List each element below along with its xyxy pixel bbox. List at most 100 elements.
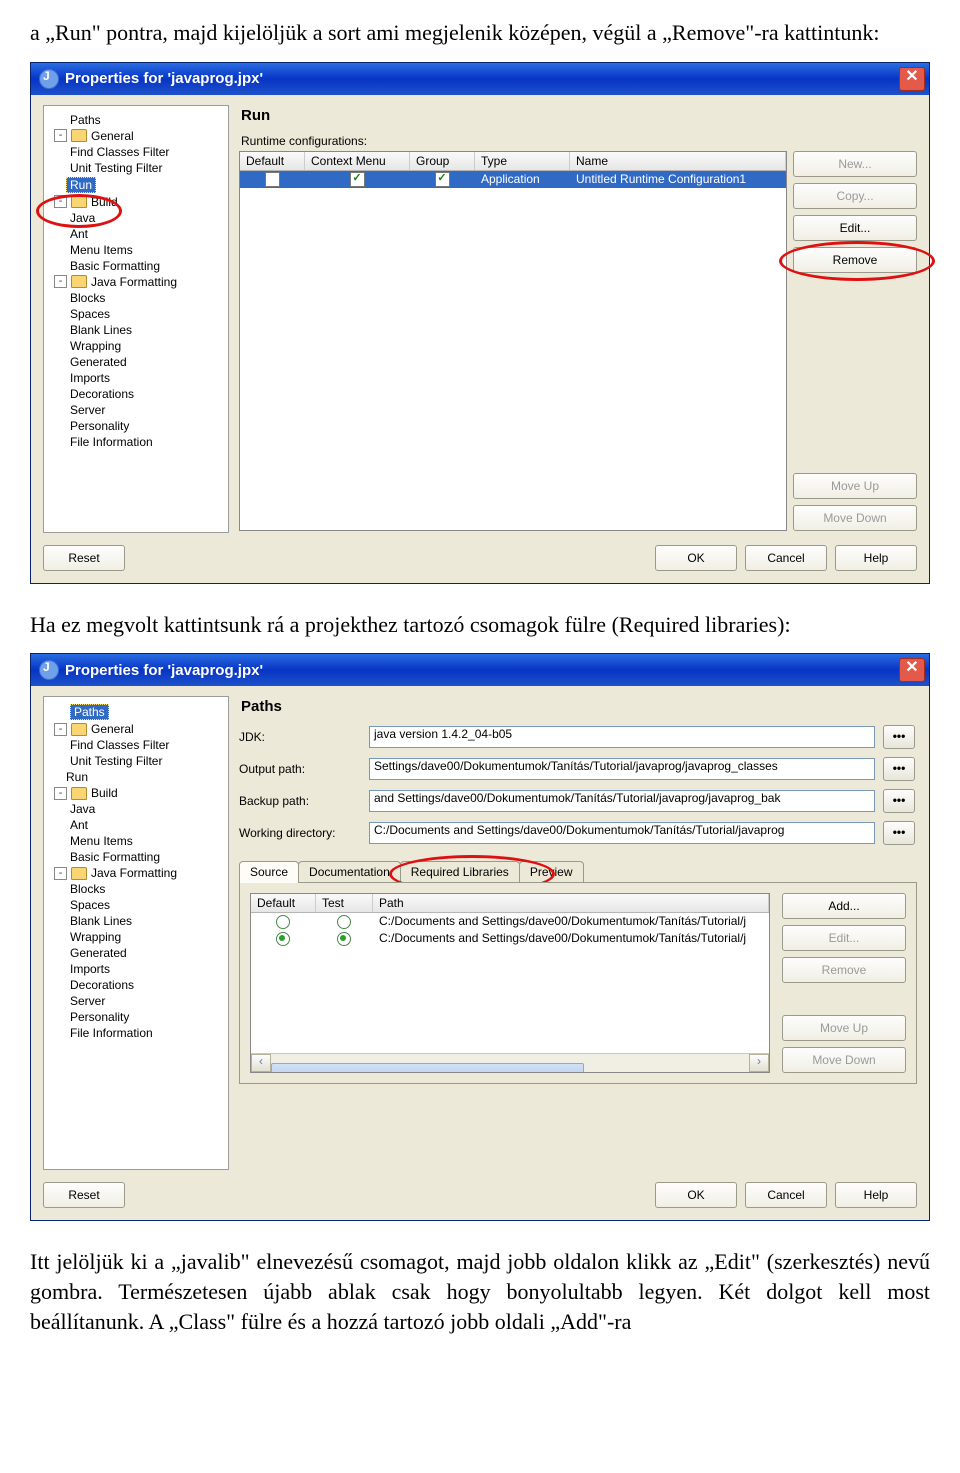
ok-button[interactable]: OK (655, 1182, 737, 1208)
titlebar[interactable]: Properties for 'javaprog.jpx' ✕ (31, 63, 929, 95)
col-group[interactable]: Group (410, 152, 475, 170)
col-default[interactable]: Default (251, 894, 316, 912)
close-icon[interactable]: ✕ (899, 658, 925, 682)
tree-item[interactable]: Ant (48, 226, 228, 242)
browse-button[interactable]: ••• (883, 789, 915, 813)
tree-item[interactable]: Find Classes Filter (48, 144, 228, 160)
table-row[interactable]: ✓ ✓ Application Untitled Runtime Configu… (240, 171, 786, 188)
cancel-button[interactable]: Cancel (745, 1182, 827, 1208)
col-type[interactable]: Type (475, 152, 570, 170)
runtime-config-table[interactable]: Default Context Menu Group Type Name ✓ ✓… (239, 151, 787, 531)
tab-documentation[interactable]: Documentation (298, 861, 401, 883)
table-row[interactable]: C:/Documents and Settings/dave00/Dokumen… (251, 913, 769, 930)
expand-collapse-icon[interactable]: - (54, 195, 67, 208)
close-icon[interactable]: ✕ (899, 67, 925, 91)
tree-item[interactable]: -Build (48, 194, 228, 210)
category-tree[interactable]: Paths-GeneralFind Classes FilterUnit Tes… (43, 105, 229, 533)
tree-item[interactable]: -General (48, 721, 228, 737)
tree-item[interactable]: Server (48, 993, 228, 1009)
tree-item[interactable]: Personality (48, 418, 228, 434)
tree-item[interactable]: -Java Formatting (48, 865, 228, 881)
checkbox-icon[interactable] (265, 172, 280, 187)
tree-item[interactable]: Decorations (48, 386, 228, 402)
expand-collapse-icon[interactable]: - (54, 275, 67, 288)
tree-item[interactable]: Menu Items (48, 242, 228, 258)
tree-item[interactable]: Blank Lines (48, 322, 228, 338)
scroll-left-arrow-icon[interactable]: ‹ (251, 1054, 271, 1072)
tree-item[interactable]: Basic Formatting (48, 849, 228, 865)
browse-button[interactable]: ••• (883, 725, 915, 749)
reset-button[interactable]: Reset (43, 545, 125, 571)
new-button[interactable]: New... (793, 151, 917, 177)
tree-item[interactable]: Paths (48, 703, 228, 721)
tree-item[interactable]: -Build (48, 785, 228, 801)
tree-item[interactable]: Find Classes Filter (48, 737, 228, 753)
tree-item[interactable]: Basic Formatting (48, 258, 228, 274)
tab-preview[interactable]: Preview (519, 861, 584, 883)
browse-button[interactable]: ••• (883, 821, 915, 845)
expand-collapse-icon[interactable]: - (54, 787, 67, 800)
moveup-button[interactable]: Move Up (782, 1015, 906, 1041)
tree-item[interactable]: File Information (48, 434, 228, 450)
working-field[interactable]: C:/Documents and Settings/dave00/Dokumen… (369, 822, 875, 844)
tree-item[interactable]: Wrapping (48, 338, 228, 354)
cancel-button[interactable]: Cancel (745, 545, 827, 571)
col-name[interactable]: Name (570, 152, 786, 170)
tree-item[interactable]: Run (48, 176, 228, 194)
tree-item[interactable]: -General (48, 128, 228, 144)
expand-collapse-icon[interactable]: - (54, 867, 67, 880)
edit-button[interactable]: Edit... (793, 215, 917, 241)
radio-icon[interactable] (337, 915, 351, 929)
radio-icon[interactable] (337, 932, 351, 946)
remove-button[interactable]: Remove (782, 957, 906, 983)
radio-icon[interactable] (276, 915, 290, 929)
tree-item[interactable]: Spaces (48, 306, 228, 322)
table-row[interactable]: C:/Documents and Settings/dave00/Dokumen… (251, 930, 769, 947)
tree-item[interactable]: Unit Testing Filter (48, 753, 228, 769)
tree-item[interactable]: Generated (48, 945, 228, 961)
help-button[interactable]: Help (835, 1182, 917, 1208)
browse-button[interactable]: ••• (883, 757, 915, 781)
col-test[interactable]: Test (316, 894, 373, 912)
scroll-thumb[interactable] (271, 1063, 584, 1073)
tree-item[interactable]: -Java Formatting (48, 274, 228, 290)
output-field[interactable]: Settings/dave00/Dokumentumok/Tanítás/Tut… (369, 758, 875, 780)
movedown-button[interactable]: Move Down (793, 505, 917, 531)
tree-item[interactable]: Personality (48, 1009, 228, 1025)
radio-icon[interactable] (276, 932, 290, 946)
tab-required-libraries[interactable]: Required Libraries (400, 861, 520, 883)
copy-button[interactable]: Copy... (793, 183, 917, 209)
tree-item[interactable]: Blank Lines (48, 913, 228, 929)
jdk-field[interactable]: java version 1.4.2_04-b05 (369, 726, 875, 748)
tree-item[interactable]: Java (48, 210, 228, 226)
tree-item[interactable]: Spaces (48, 897, 228, 913)
tree-item[interactable]: Unit Testing Filter (48, 160, 228, 176)
tree-item[interactable]: Generated (48, 354, 228, 370)
category-tree[interactable]: Paths-GeneralFind Classes FilterUnit Tes… (43, 696, 229, 1170)
tree-item[interactable]: Decorations (48, 977, 228, 993)
tree-item[interactable]: Blocks (48, 290, 228, 306)
horizontal-scrollbar[interactable]: ‹ › (251, 1053, 769, 1072)
scroll-right-arrow-icon[interactable]: › (749, 1054, 769, 1072)
tree-item[interactable]: Wrapping (48, 929, 228, 945)
tree-item[interactable]: Imports (48, 370, 228, 386)
help-button[interactable]: Help (835, 545, 917, 571)
edit-button[interactable]: Edit... (782, 925, 906, 951)
tree-item[interactable]: Blocks (48, 881, 228, 897)
ok-button[interactable]: OK (655, 545, 737, 571)
col-path[interactable]: Path (373, 894, 769, 912)
titlebar[interactable]: Properties for 'javaprog.jpx' ✕ (31, 654, 929, 686)
reset-button[interactable]: Reset (43, 1182, 125, 1208)
col-context[interactable]: Context Menu (305, 152, 410, 170)
tab-source[interactable]: Source (239, 861, 299, 883)
tree-item[interactable]: Menu Items (48, 833, 228, 849)
tree-item[interactable]: Server (48, 402, 228, 418)
checkbox-icon[interactable]: ✓ (350, 172, 365, 187)
tree-item[interactable]: File Information (48, 1025, 228, 1041)
moveup-button[interactable]: Move Up (793, 473, 917, 499)
movedown-button[interactable]: Move Down (782, 1047, 906, 1073)
expand-collapse-icon[interactable]: - (54, 723, 67, 736)
source-paths-table[interactable]: Default Test Path C:/Documents and Setti… (250, 893, 770, 1073)
tree-item[interactable]: Java (48, 801, 228, 817)
remove-button[interactable]: Remove (793, 247, 917, 273)
